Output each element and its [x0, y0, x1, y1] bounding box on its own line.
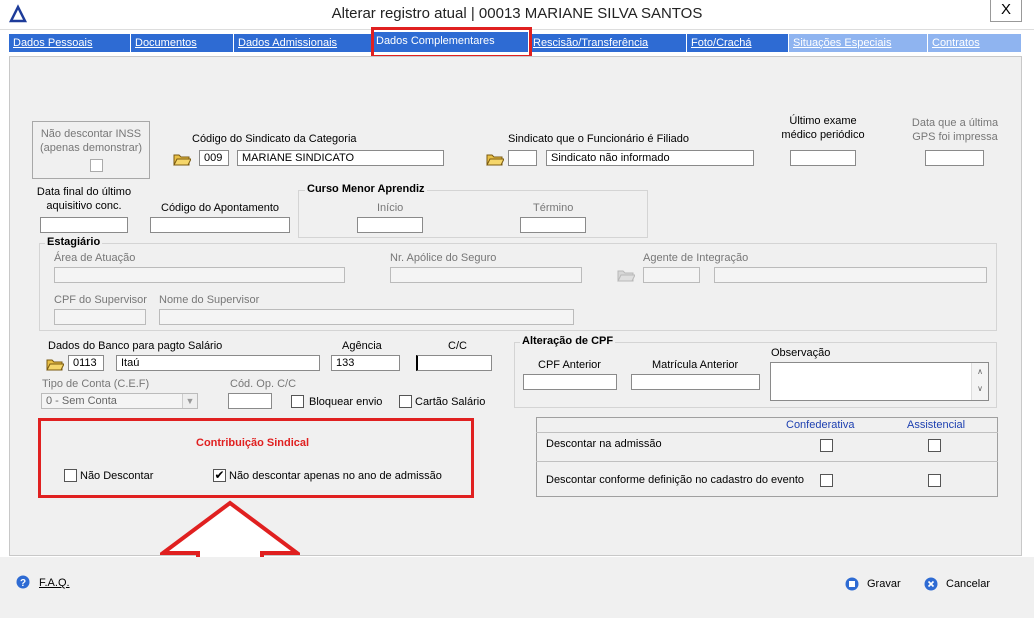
cpf-supervisor-label: CPF do Supervisor [54, 294, 147, 306]
curso-inicio-label: Início [377, 202, 404, 214]
aquisitivo-label: Data final do último aquisitivo conc. [36, 186, 132, 212]
inss-label-1: Não descontar INSS [40, 128, 142, 140]
sindicato-filiado-name[interactable]: Sindicato não informado [546, 150, 754, 166]
sindicato-categoria-code[interactable]: 009 [199, 150, 229, 166]
apontamento-input[interactable] [150, 217, 290, 233]
scrollbar[interactable]: ∧ ∨ [971, 363, 988, 400]
tipo-conta-select[interactable]: 0 - Sem Conta ▼ [41, 393, 198, 409]
curso-group [298, 190, 648, 238]
cpf-anterior-label: CPF Anterior [538, 359, 601, 371]
gps-input[interactable] [925, 150, 984, 166]
apolice-input[interactable] [390, 267, 582, 283]
svg-text:?: ? [20, 578, 26, 589]
confederativa-admissao-checkbox[interactable] [820, 439, 833, 452]
estagiario-title: Estagiário [45, 236, 103, 248]
chevron-down-icon[interactable]: ▼ [182, 394, 197, 408]
curso-inicio-input[interactable] [357, 217, 423, 233]
tab-foto-cracha[interactable]: Foto/Crachá [687, 34, 789, 52]
ultimo-exame-input[interactable] [790, 150, 856, 166]
curso-termino-label: Término [533, 202, 574, 214]
cpf-supervisor-input[interactable] [54, 309, 146, 325]
open-folder-icon[interactable] [617, 268, 635, 282]
gravar-button[interactable]: Gravar [867, 578, 901, 590]
sindicato-filiado-label: Sindicato que o Funcionário é Filiado [508, 133, 690, 145]
nome-supervisor-label: Nome do Supervisor [159, 294, 260, 306]
open-folder-icon[interactable] [486, 152, 504, 166]
tab-dados-admissionais[interactable]: Dados Admissionais [234, 34, 372, 52]
banco-label: Dados do Banco para pagto Salário [48, 340, 223, 352]
cancelar-button[interactable]: Cancelar [946, 578, 990, 590]
cc-input[interactable] [416, 355, 492, 371]
window-title: Alterar registro atual | 00013 MARIANE S… [331, 5, 703, 22]
table-divider [536, 432, 998, 433]
apontamento-label: Código do Apontamento [161, 202, 280, 214]
cartao-checkbox[interactable] [399, 395, 412, 408]
bloquear-checkbox[interactable] [291, 395, 304, 408]
close-button[interactable]: X [990, 0, 1022, 22]
tipo-conta-value: 0 - Sem Conta [46, 395, 117, 407]
cpf-alteracao-title: Alteração de CPF [520, 335, 616, 347]
open-folder-icon[interactable] [173, 152, 191, 166]
agente-name-input[interactable] [714, 267, 987, 283]
tab-dados-pessoais[interactable]: Dados Pessoais [9, 34, 131, 52]
tipo-conta-label: Tipo de Conta (C.E.F) [42, 378, 150, 390]
agente-label: Agente de Integração [643, 252, 749, 264]
observacao-textarea[interactable]: ∧ ∨ [770, 362, 989, 401]
area-label: Área de Atuação [54, 252, 136, 264]
area-input[interactable] [54, 267, 345, 283]
confederativa-header: Confederativa [786, 419, 855, 431]
agencia-input[interactable]: 133 [331, 355, 400, 371]
cpf-anterior-input[interactable] [523, 374, 617, 390]
save-icon[interactable] [845, 577, 859, 591]
assistencial-admissao-checkbox[interactable] [928, 439, 941, 452]
inss-checkbox[interactable] [90, 159, 103, 172]
gps-label: Data que a última GPS foi impressa [911, 117, 999, 143]
cod-op-label: Cód. Op. C/C [230, 378, 297, 390]
tab-highlight [371, 27, 532, 58]
observacao-label: Observação [771, 347, 831, 359]
sindicato-categoria-label: Código do Sindicato da Categoria [192, 133, 357, 145]
assistencial-evento-checkbox[interactable] [928, 474, 941, 487]
agencia-label: Agência [342, 340, 382, 352]
banco-name-input[interactable]: Itaú [116, 355, 320, 371]
table-divider [536, 461, 998, 462]
assistencial-header: Assistencial [907, 419, 966, 431]
ultimo-exame-label: Último exame médico periódico [781, 115, 865, 141]
bloquear-label: Bloquear envio [309, 396, 383, 408]
cancel-icon[interactable] [924, 577, 938, 591]
sindicato-categoria-name[interactable]: MARIANE SINDICATO [237, 150, 444, 166]
aquisitivo-input[interactable] [40, 217, 128, 233]
confederativa-evento-checkbox[interactable] [820, 474, 833, 487]
apolice-label: Nr. Apólice do Seguro [390, 252, 497, 264]
cc-label: C/C [448, 340, 467, 352]
cod-op-input[interactable] [228, 393, 272, 409]
tab-rescisao[interactable]: Rescisão/Transferência [529, 34, 687, 52]
matricula-anterior-input[interactable] [631, 374, 760, 390]
sindicato-filiado-code[interactable] [508, 150, 537, 166]
curso-title: Curso Menor Aprendiz [305, 183, 427, 195]
table-row-admissao: Descontar na admissão [546, 438, 662, 450]
contribuicao-highlight [38, 418, 474, 498]
matricula-anterior-label: Matrícula Anterior [652, 359, 739, 371]
banco-code-input[interactable]: 0113 [68, 355, 104, 371]
nome-supervisor-input[interactable] [159, 309, 574, 325]
curso-termino-input[interactable] [520, 217, 586, 233]
tab-documentos[interactable]: Documentos [131, 34, 234, 52]
faq-link[interactable]: F.A.Q. [39, 577, 70, 589]
agente-code-input[interactable] [643, 267, 700, 283]
help-icon[interactable]: ? [16, 575, 30, 589]
open-folder-icon[interactable] [46, 357, 64, 371]
tab-contratos[interactable]: Contratos [928, 34, 1022, 52]
tab-situacoes-especiais[interactable]: Situações Especiais [789, 34, 928, 52]
table-row-evento: Descontar conforme definição no cadastro… [546, 474, 805, 486]
cartao-label: Cartão Salário [415, 396, 486, 408]
inss-label-2: (apenas demonstrar) [39, 142, 143, 154]
